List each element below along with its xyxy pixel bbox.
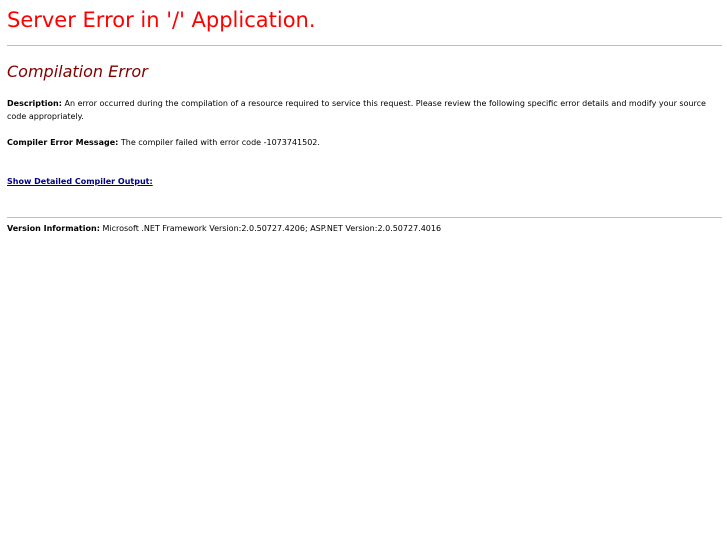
compiler-message-label: Compiler Error Message: — [7, 138, 119, 147]
version-information-block: Version Information: Microsoft .NET Fram… — [7, 222, 441, 235]
top-divider — [7, 45, 722, 46]
description-text: An error occurred during the compilation… — [7, 99, 706, 121]
compiler-message-text: The compiler failed with error code -107… — [120, 138, 320, 147]
compilation-error-heading: Compilation Error — [7, 62, 148, 81]
bottom-divider — [7, 217, 722, 218]
version-information-text: Microsoft .NET Framework Version:2.0.507… — [102, 224, 442, 233]
description-label: Description: — [7, 99, 62, 108]
compiler-message-block: Compiler Error Message: The compiler fai… — [7, 136, 320, 149]
detail-link-block: Show Detailed Compiler Output: — [7, 175, 153, 188]
server-error-title: Server Error in '/' Application. — [7, 8, 316, 32]
show-detailed-compiler-output-link[interactable]: Show Detailed Compiler Output: — [7, 177, 153, 186]
version-information-label: Version Information: — [7, 224, 100, 233]
error-page: Server Error in '/' Application. Compila… — [0, 0, 727, 545]
description-block: Description: An error occurred during th… — [7, 97, 721, 123]
